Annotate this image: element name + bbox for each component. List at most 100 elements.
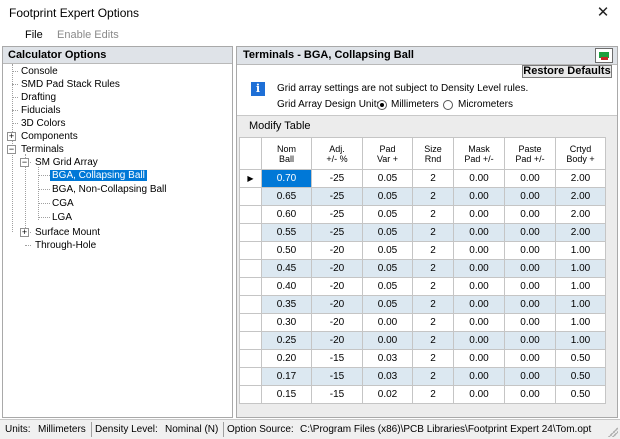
table-cell[interactable]: 0.00 [504, 295, 556, 314]
table-cell[interactable]: -20 [311, 259, 363, 278]
table-row[interactable]: 0.25 -20 0.00 2 0.00 0.00 1.00 [239, 331, 606, 350]
table-row[interactable]: 0.65 -25 0.05 2 0.00 0.00 2.00 [239, 187, 606, 206]
tree-item-components[interactable]: Components [19, 130, 80, 143]
table-cell[interactable]: 2 [412, 223, 454, 242]
tree-item-bga-collapsing-ball[interactable]: BGA, Collapsing Ball [50, 169, 147, 182]
table-cell[interactable]: 0.00 [504, 331, 556, 350]
table-cell[interactable]: -20 [311, 241, 363, 260]
table-cell[interactable]: 0.00 [504, 169, 556, 188]
table-cell[interactable]: 2 [412, 313, 454, 332]
table-cell[interactable]: 0.00 [453, 277, 505, 296]
table-row[interactable]: 0.45 -20 0.05 2 0.00 0.00 1.00 [239, 259, 606, 278]
table-cell[interactable]: 0.55 [261, 223, 312, 242]
table-cell[interactable]: 0.00 [453, 169, 505, 188]
table-row[interactable]: 0.17 -15 0.03 2 0.00 0.00 0.50 [239, 367, 606, 386]
table-cell[interactable]: 0.05 [362, 295, 413, 314]
table-cell[interactable]: 0.50 [261, 241, 312, 260]
table-cell[interactable]: 0.50 [555, 385, 606, 404]
table-cell[interactable]: 0.00 [504, 277, 556, 296]
table-cell[interactable]: 1.00 [555, 331, 606, 350]
row-selector[interactable] [239, 313, 262, 332]
table-cell[interactable]: -15 [311, 349, 363, 368]
table-cell[interactable]: 1.00 [555, 295, 606, 314]
row-selector[interactable] [239, 259, 262, 278]
tree-item-bga-non-collapsing-ball[interactable]: BGA, Non-Collapsing Ball [50, 183, 169, 196]
table-cell[interactable]: -20 [311, 295, 363, 314]
table-cell[interactable]: 0.00 [453, 259, 505, 278]
table-cell[interactable]: 1.00 [555, 259, 606, 278]
table-cell[interactable]: 0.35 [261, 295, 312, 314]
row-selector[interactable] [239, 277, 262, 296]
tree-item-3d-colors[interactable]: 3D Colors [19, 117, 67, 130]
table-cell[interactable]: -20 [311, 313, 363, 332]
row-selector[interactable] [239, 331, 262, 350]
col-header-adj[interactable]: Adj. +/- % [311, 137, 363, 170]
table-cell[interactable]: 0.65 [261, 187, 312, 206]
row-selector[interactable] [239, 349, 262, 368]
col-header-size-rnd[interactable]: Size Rnd [412, 137, 454, 170]
row-selector[interactable] [239, 367, 262, 386]
row-selector[interactable] [239, 205, 262, 224]
tree-item-terminals[interactable]: Terminals [19, 143, 66, 156]
table-cell[interactable]: 0.05 [362, 169, 413, 188]
table-cell[interactable]: 0.00 [453, 241, 505, 260]
table-cell[interactable]: 0.05 [362, 187, 413, 206]
footprint-expert-icon[interactable] [595, 48, 613, 63]
micrometers-label[interactable]: Micrometers [458, 99, 513, 110]
row-selector[interactable] [239, 295, 262, 314]
table-cell[interactable]: 0.00 [453, 349, 505, 368]
table-cell[interactable]: 2.00 [555, 187, 606, 206]
table-cell[interactable]: 2 [412, 367, 454, 386]
menu-file[interactable]: File [25, 29, 43, 41]
table-cell[interactable]: 0.00 [504, 223, 556, 242]
table-row[interactable]: 0.60 -25 0.05 2 0.00 0.00 2.00 [239, 205, 606, 224]
row-selector[interactable] [239, 187, 262, 206]
row-selector[interactable] [239, 241, 262, 260]
table-cell[interactable]: 0.00 [504, 313, 556, 332]
resize-grip-icon[interactable] [608, 427, 618, 437]
millimeters-radio[interactable] [377, 100, 387, 110]
table-row[interactable]: 0.35 -20 0.05 2 0.00 0.00 1.00 [239, 295, 606, 314]
table-cell[interactable]: 1.00 [555, 313, 606, 332]
table-cell[interactable]: 2.00 [555, 205, 606, 224]
table-cell[interactable]: 0.20 [261, 349, 312, 368]
tree-item-console[interactable]: Console [19, 65, 60, 78]
table-cell[interactable]: 0.00 [504, 259, 556, 278]
table-cell[interactable]: 0.00 [453, 331, 505, 350]
table-cell[interactable]: 0.00 [504, 241, 556, 260]
table-cell[interactable]: 1.00 [555, 277, 606, 296]
table-cell[interactable]: 0.40 [261, 277, 312, 296]
table-cell[interactable]: 0.00 [504, 349, 556, 368]
table-cell[interactable]: 0.00 [362, 331, 413, 350]
col-header-nom-ball[interactable]: Nom Ball [261, 137, 312, 170]
table-cell[interactable]: 0.05 [362, 241, 413, 260]
table-cell[interactable]: 2 [412, 277, 454, 296]
table-cell[interactable]: 0.00 [453, 367, 505, 386]
col-header-pad-var[interactable]: Pad Var + [362, 137, 413, 170]
table-cell[interactable]: 0.17 [261, 367, 312, 386]
row-selector[interactable] [239, 385, 262, 404]
table-cell[interactable]: 0.03 [362, 349, 413, 368]
table-cell[interactable]: -15 [311, 367, 363, 386]
table-cell[interactable]: -20 [311, 331, 363, 350]
table-row[interactable]: 0.40 -20 0.05 2 0.00 0.00 1.00 [239, 277, 606, 296]
tree-item-through-hole[interactable]: Through-Hole [33, 239, 98, 252]
row-selector[interactable]: ▶ [239, 169, 262, 188]
table-cell[interactable]: 0.00 [362, 313, 413, 332]
table-cell[interactable]: -15 [311, 385, 363, 404]
table-cell[interactable]: 0.00 [504, 367, 556, 386]
close-icon[interactable]: ✕ [592, 2, 614, 24]
table-cell[interactable]: 2 [412, 187, 454, 206]
table-cell[interactable]: 0.02 [362, 385, 413, 404]
table-cell[interactable]: -25 [311, 223, 363, 242]
table-cell[interactable]: 0.05 [362, 277, 413, 296]
menu-enable-edits[interactable]: Enable Edits [57, 29, 119, 41]
table-cell[interactable]: 0.00 [453, 205, 505, 224]
expand-surface-mount-icon[interactable]: + [20, 228, 29, 237]
table-cell[interactable]: 2 [412, 169, 454, 188]
col-header-crtyd-body[interactable]: Crtyd Body + [555, 137, 606, 170]
table-cell[interactable]: 0.15 [261, 385, 312, 404]
expand-components-icon[interactable]: + [7, 132, 16, 141]
table-row[interactable]: 0.20 -15 0.03 2 0.00 0.00 0.50 [239, 349, 606, 368]
table-cell[interactable]: 0.00 [453, 187, 505, 206]
